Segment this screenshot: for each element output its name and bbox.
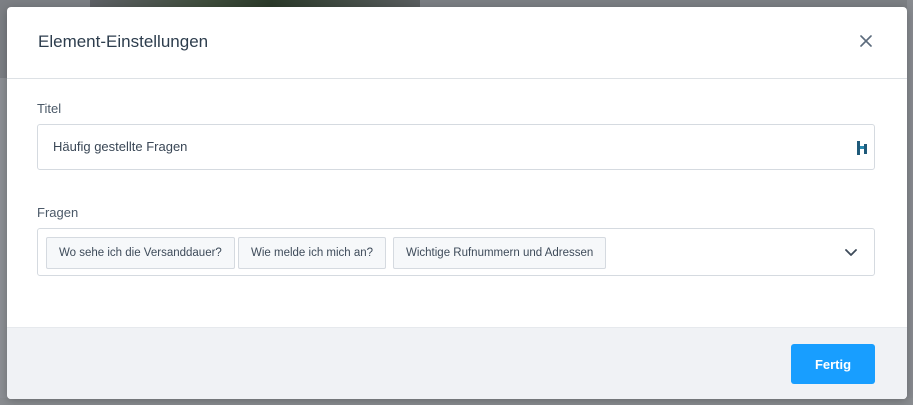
questions-multi-select[interactable]: Wo sehe ich die Versanddauer? Wie melde … — [37, 228, 875, 276]
title-input[interactable] — [53, 139, 833, 154]
title-field-label: Titel — [37, 101, 62, 116]
done-button[interactable]: Fertig — [791, 344, 875, 384]
question-tag[interactable]: Wie melde ich mich an? — [238, 237, 387, 269]
close-button[interactable] — [857, 32, 875, 50]
question-tag[interactable]: Wo sehe ich die Versanddauer? — [46, 237, 235, 269]
modal-body: Titel Fragen Wo sehe ich die Versanddaue… — [7, 79, 907, 327]
modal-title: Element-Einstellungen — [38, 32, 209, 51]
translation-icon[interactable] — [857, 141, 869, 155]
question-tag[interactable]: Wichtige Rufnummern und Adressen — [393, 237, 607, 269]
close-icon — [860, 35, 872, 47]
background-right-column — [907, 0, 913, 405]
chevron-down-icon[interactable] — [844, 245, 858, 259]
questions-field-label: Fragen — [37, 205, 79, 220]
title-field[interactable] — [37, 124, 875, 170]
background-bottom-strip — [0, 398, 913, 405]
modal-footer: Fertig — [7, 327, 907, 399]
modal-header: Element-Einstellungen — [7, 7, 907, 79]
element-settings-modal: Element-Einstellungen Titel Fragen Wo se… — [7, 7, 907, 399]
